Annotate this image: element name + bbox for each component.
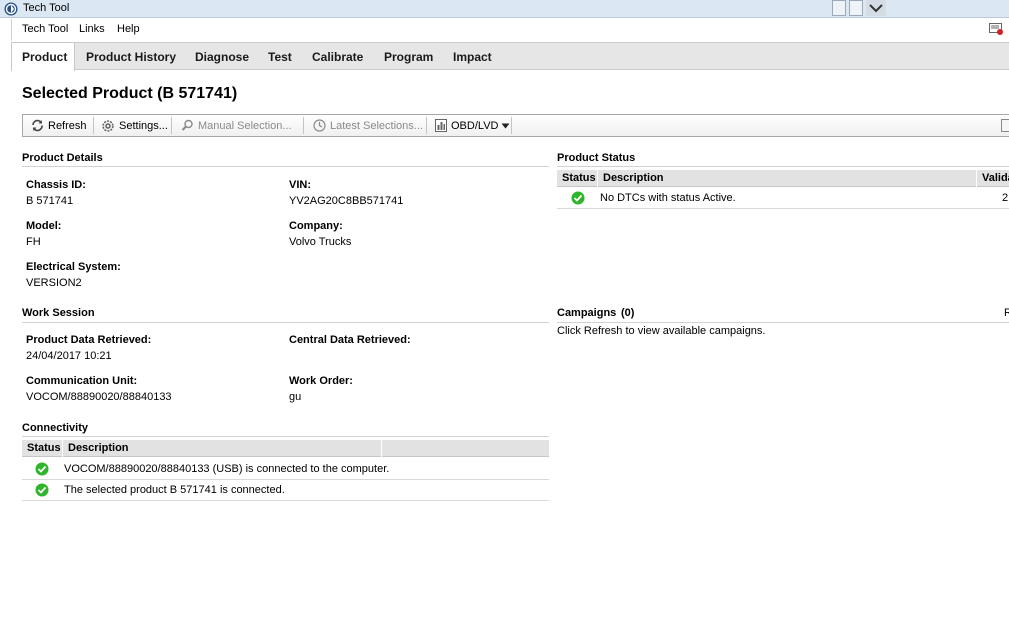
settings-button[interactable]: Settings...	[101, 115, 168, 136]
campaigns-trailing-text: R	[1004, 307, 1009, 319]
refresh-button[interactable]: Refresh	[31, 115, 87, 136]
menu-bar: Tech Tool Links Help	[11, 19, 1009, 41]
dropdown-arrow-icon	[501, 123, 510, 128]
section-divider	[22, 322, 549, 323]
page-title: Selected Product (B 571741)	[22, 85, 238, 102]
window-title: Tech Tool	[23, 2, 70, 14]
product-data-retrieved-label: Product Data Retrieved:	[26, 334, 152, 346]
toolbar-separator	[511, 117, 512, 134]
obd-icon	[435, 119, 447, 132]
search-icon	[181, 119, 193, 131]
manual-selection-label: Manual Selection...	[198, 119, 292, 132]
table-row[interactable]: The selected product B 571741 is connect…	[22, 480, 549, 501]
vin-value: YV2AG20C8BB571741	[289, 195, 404, 207]
check-icon	[571, 191, 585, 205]
restore-icon[interactable]	[849, 0, 863, 16]
communication-unit-label: Communication Unit:	[26, 375, 138, 387]
model-value: FH	[26, 236, 41, 248]
work-order-label: Work Order:	[289, 375, 353, 387]
latest-selections-button[interactable]: Latest Selections...	[313, 115, 423, 136]
latest-selections-label: Latest Selections...	[330, 119, 423, 132]
vin-label: VIN:	[289, 179, 311, 191]
obd-lvd-label: OBD/LVD	[451, 119, 499, 132]
validity-column-header[interactable]: Valida	[977, 170, 1009, 187]
help-icon[interactable]	[989, 23, 1003, 35]
campaigns-message: Click Refresh to view available campaign…	[557, 325, 766, 337]
tab-program[interactable]: Program	[384, 43, 433, 70]
tab-impact[interactable]: Impact	[453, 43, 492, 70]
communication-unit-value: VOCOM/88890020/88840133	[26, 391, 172, 403]
tab-product-history[interactable]: Product History	[86, 43, 176, 70]
tab-diagnose[interactable]: Diagnose	[195, 43, 249, 70]
section-divider	[557, 322, 1009, 323]
status-description: No DTCs with status Active.	[600, 192, 736, 204]
table-row[interactable]: VOCOM/88890020/88840133 (USB) is connect…	[22, 459, 549, 480]
menu-help[interactable]: Help	[117, 23, 140, 35]
toolbar: Refresh Settings... Manual Selection... …	[22, 114, 1009, 137]
manual-selection-button[interactable]: Manual Selection...	[181, 115, 292, 136]
chassis-id-label: Chassis ID:	[26, 179, 86, 191]
toolbar-separator	[303, 117, 304, 134]
work-order-value: gu	[289, 391, 302, 403]
electrical-system-label: Electrical System:	[26, 261, 121, 273]
company-label: Company:	[289, 220, 343, 232]
toolbar-separator	[171, 117, 172, 134]
refresh-label: Refresh	[48, 119, 87, 132]
company-value: Volvo Trucks	[289, 236, 352, 248]
tab-test[interactable]: Test	[268, 43, 292, 70]
section-divider	[22, 436, 549, 437]
tab-calibrate[interactable]: Calibrate	[312, 43, 363, 70]
status-column-header[interactable]: Status	[22, 440, 63, 457]
menu-links[interactable]: Links	[79, 23, 105, 35]
connectivity-description: VOCOM/88890020/88840133 (USB) is connect…	[64, 463, 390, 475]
connectivity-table-header: Status Description	[22, 440, 549, 457]
section-divider	[557, 166, 1009, 167]
gear-icon	[102, 119, 114, 132]
clock-icon	[313, 119, 326, 132]
section-divider	[22, 166, 549, 167]
app-icon	[4, 2, 18, 16]
product-data-retrieved-value: 24/04/2017 10:21	[26, 350, 112, 362]
refresh-icon	[32, 119, 43, 132]
table-row[interactable]: No DTCs with status Active. 2	[557, 188, 1009, 209]
central-data-retrieved-label: Central Data Retrieved:	[289, 334, 411, 346]
status-validity: 2	[1002, 192, 1009, 204]
product-page: Selected Product (B 571741) Refresh Sett…	[11, 71, 1009, 635]
connectivity-heading: Connectivity	[22, 422, 89, 434]
campaigns-count: (0)	[621, 307, 635, 319]
obd-lvd-dropdown[interactable]: OBD/LVD	[435, 115, 510, 136]
toolbar-separator	[426, 117, 427, 134]
campaigns-heading: Campaigns	[557, 307, 617, 319]
product-status-table-header: Status Description Valida	[557, 170, 1009, 187]
menu-tech-tool[interactable]: Tech Tool	[22, 23, 68, 35]
model-label: Model:	[26, 220, 62, 232]
window-titlebar: Tech Tool	[0, 0, 1009, 18]
product-details-heading: Product Details	[22, 152, 103, 164]
check-icon	[35, 483, 49, 497]
electrical-system-value: VERSION2	[26, 277, 82, 289]
connectivity-description: The selected product B 571741 is connect…	[64, 484, 285, 496]
tab-product[interactable]: Product	[11, 43, 75, 71]
status-column-header[interactable]: Status	[557, 170, 598, 187]
chassis-id-value: B 571741	[26, 195, 74, 207]
grid-icon[interactable]	[832, 0, 846, 16]
work-session-heading: Work Session	[22, 307, 95, 319]
check-icon	[35, 462, 49, 476]
window-controls	[832, 0, 889, 18]
toolbar-overflow-icon[interactable]	[1001, 119, 1009, 132]
chevron-down-icon[interactable]	[866, 0, 886, 16]
toolbar-separator	[93, 117, 94, 134]
product-status-heading: Product Status	[557, 152, 636, 164]
tab-bar: Product Product History Diagnose Test Ca…	[11, 42, 1009, 71]
description-column-header[interactable]: Description	[598, 170, 977, 187]
description-column-header[interactable]: Description	[63, 440, 382, 457]
settings-label: Settings...	[119, 119, 168, 132]
empty-column-header[interactable]	[382, 440, 549, 457]
